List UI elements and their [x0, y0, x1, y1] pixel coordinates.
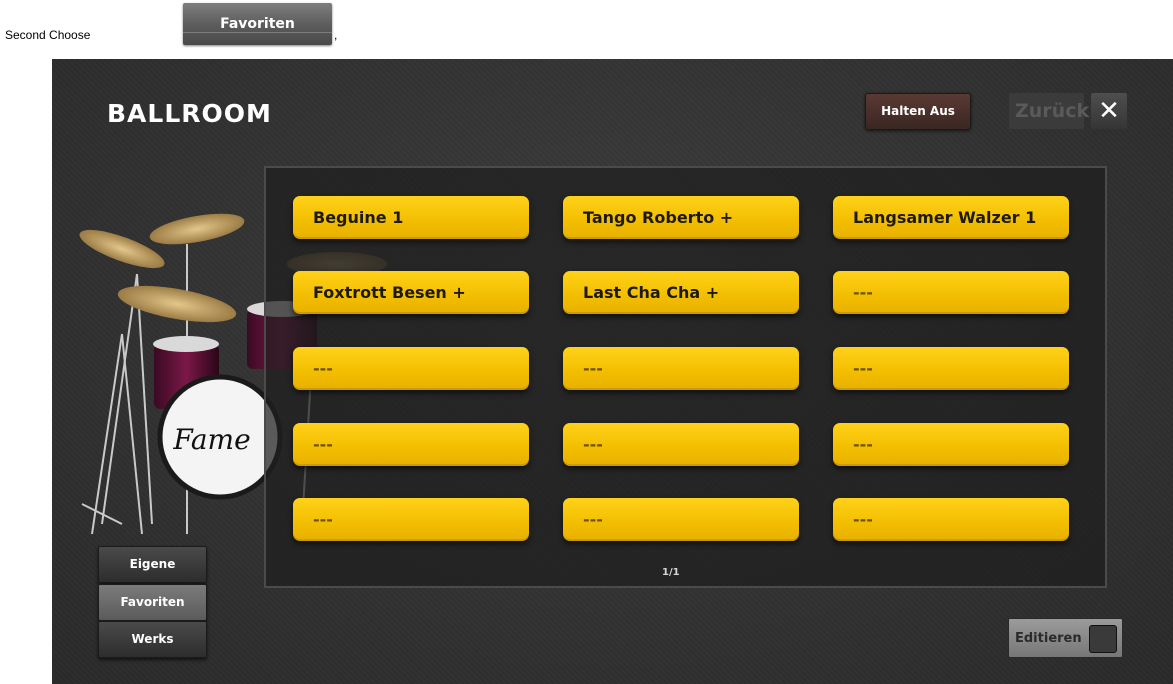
back-button[interactable]: Zurück — [1009, 93, 1089, 129]
favorite-slot-14[interactable]: --- — [563, 498, 799, 541]
fame-logo: Fame — [172, 423, 250, 456]
caption-text: Second Choose — [5, 28, 91, 42]
favoriten-caption-button: Favoriten — [183, 3, 332, 45]
style-favorites-screen: BALLROOM Halten Aus Zurück ✕ Fame Beguin… — [52, 59, 1173, 684]
favorite-slot-11[interactable]: --- — [563, 423, 799, 466]
page-indicator: 1/1 — [662, 567, 680, 578]
favorite-slot-15[interactable]: --- — [833, 498, 1069, 541]
favorite-slot-1[interactable]: Beguine 1 — [293, 196, 529, 239]
edit-toggle[interactable]: Editieren — [1008, 618, 1123, 658]
edit-checkbox[interactable] — [1089, 625, 1117, 653]
close-icon[interactable]: ✕ — [1091, 93, 1127, 129]
sidebar-item-werks[interactable]: Werks — [98, 621, 207, 658]
favorite-slot-4[interactable]: Foxtrott Besen + — [293, 271, 529, 314]
favorites-grid: Beguine 1 Tango Roberto + Langsamer Walz… — [264, 166, 1107, 588]
favorite-slot-7[interactable]: --- — [293, 347, 529, 390]
favorite-slot-3[interactable]: Langsamer Walzer 1 — [833, 196, 1069, 239]
sidebar-item-eigene[interactable]: Eigene — [98, 546, 207, 583]
caption-comma: , — [334, 28, 338, 42]
halten-aus-button[interactable]: Halten Aus — [865, 93, 971, 130]
favorite-slot-8[interactable]: --- — [563, 347, 799, 390]
sidebar-item-favoriten[interactable]: Favoriten — [98, 584, 207, 621]
edit-label: Editieren — [1015, 631, 1082, 646]
favorite-slot-10[interactable]: --- — [293, 423, 529, 466]
favorite-slot-12[interactable]: --- — [833, 423, 1069, 466]
favorite-slot-6[interactable]: --- — [833, 271, 1069, 314]
favorite-slot-9[interactable]: --- — [833, 347, 1069, 390]
page-title: BALLROOM — [107, 99, 272, 128]
favorite-slot-5[interactable]: Last Cha Cha + — [563, 271, 799, 314]
favorite-slot-13[interactable]: --- — [293, 498, 529, 541]
favorite-slot-2[interactable]: Tango Roberto + — [563, 196, 799, 239]
